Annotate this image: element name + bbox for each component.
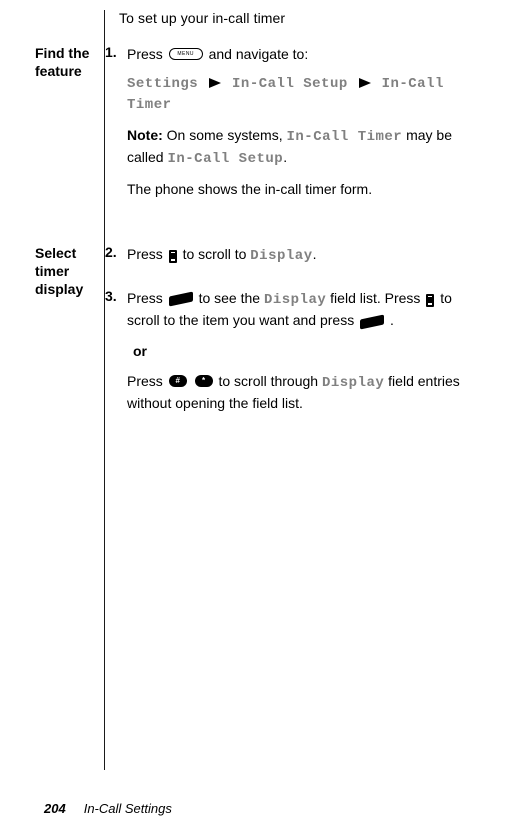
text-fragment: to scroll to — [183, 246, 251, 262]
arrow-icon — [209, 78, 221, 88]
section-label-select: Select timer display — [35, 244, 105, 299]
display-field: Display — [250, 248, 312, 264]
note-label: Note: — [127, 127, 163, 143]
page-number: 204 — [44, 801, 66, 816]
hash-key-icon: # — [169, 375, 187, 387]
menu-button-icon: MENU — [169, 48, 203, 60]
step3-line2: Press # * to scroll through Display fiel… — [127, 371, 484, 414]
step-number: 3. — [105, 288, 127, 304]
step-3: 3. Press to see the Display field list. … — [105, 288, 484, 423]
path-setup: In-Call Setup — [232, 76, 348, 92]
step-number: 1. — [105, 44, 127, 60]
section-steps-find: 1. Press MENU and navigate to: Settings … — [105, 44, 484, 222]
display-field: Display — [264, 292, 326, 308]
section-select-display: Select timer display 2. Press to scroll … — [119, 244, 484, 436]
menu-path: Settings In-Call Setup In-Call Timer — [127, 74, 484, 115]
step-body: Press to see the Display field list. Pre… — [127, 288, 484, 423]
text-fragment: to scroll through — [218, 373, 322, 389]
text-fragment: . — [283, 149, 287, 165]
softkey-icon — [169, 292, 193, 307]
step2-line: Press to scroll to Display. — [127, 244, 484, 266]
text-fragment: On some systems, — [163, 127, 287, 143]
step-number: 2. — [105, 244, 127, 260]
text-fragment: . — [390, 312, 394, 328]
display-field: Display — [322, 375, 384, 391]
note-setup: In-Call Setup — [167, 151, 283, 167]
scroll-key-icon — [169, 250, 177, 263]
step1-result: The phone shows the in-call timer form. — [127, 179, 484, 199]
or-separator: or — [133, 341, 484, 361]
text-fragment: Press — [127, 46, 167, 62]
text-fragment: and navigate to: — [209, 46, 309, 62]
text-fragment: . — [313, 246, 317, 262]
page-content: To set up your in-call timer Find the fe… — [104, 10, 484, 770]
star-key-icon: * — [195, 375, 213, 387]
note-timer: In-Call Timer — [286, 129, 402, 145]
page-footer: 204 In-Call Settings — [44, 801, 172, 816]
footer-title: In-Call Settings — [84, 801, 172, 816]
step-1: 1. Press MENU and navigate to: Settings … — [105, 44, 484, 210]
text-fragment: field list. Press — [330, 290, 424, 306]
section-steps-select: 2. Press to scroll to Display. 3. Press — [105, 244, 484, 436]
step-2: 2. Press to scroll to Display. — [105, 244, 484, 276]
text-fragment: to see the — [199, 290, 264, 306]
step1-line-press: Press MENU and navigate to: — [127, 44, 484, 64]
scroll-key-icon — [426, 294, 434, 307]
step-body: Press MENU and navigate to: Settings In-… — [127, 44, 484, 210]
text-fragment: Press — [127, 373, 167, 389]
softkey-icon — [360, 314, 384, 329]
section-find-feature: Find the feature 1. Press MENU and navig… — [119, 44, 484, 222]
intro-text: To set up your in-call timer — [119, 10, 484, 26]
step-body: Press to scroll to Display. — [127, 244, 484, 276]
step1-note: Note: On some systems, In-Call Timer may… — [127, 125, 484, 170]
path-settings: Settings — [127, 76, 198, 92]
arrow-icon — [359, 78, 371, 88]
step3-line1: Press to see the Display field list. Pre… — [127, 288, 484, 331]
text-fragment: Press — [127, 290, 167, 306]
section-label-find: Find the feature — [35, 44, 105, 80]
text-fragment: Press — [127, 246, 167, 262]
